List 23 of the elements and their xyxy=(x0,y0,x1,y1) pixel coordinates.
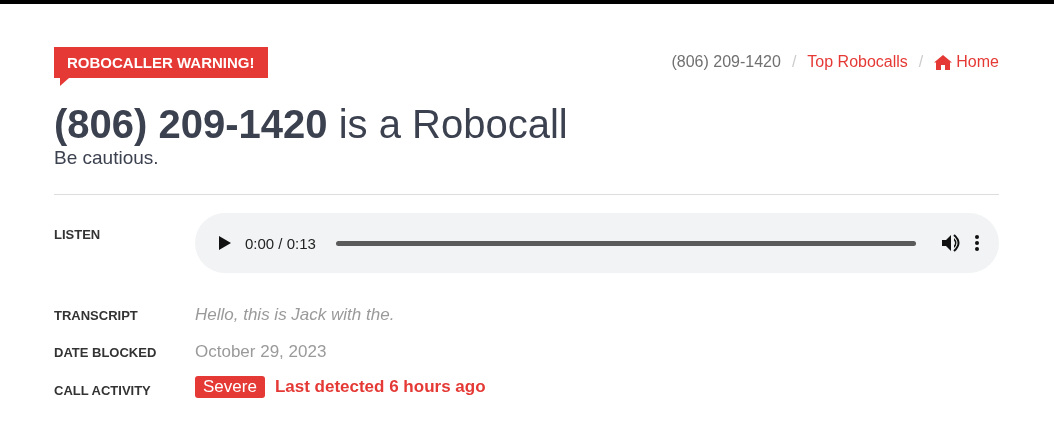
breadcrumb-separator: / xyxy=(918,53,924,71)
breadcrumb-separator: / xyxy=(791,53,797,71)
date-text: October 29, 2023 xyxy=(195,342,327,361)
severity-tag: Severe xyxy=(195,376,265,398)
field-label: CALL ACTIVITY xyxy=(54,382,152,398)
field-label: DATE BLOCKED xyxy=(54,344,158,360)
home-link[interactable]: Home xyxy=(934,53,999,71)
page-subtitle: Be cautious. xyxy=(54,147,160,169)
play-icon[interactable] xyxy=(219,236,231,250)
field-label: LISTEN xyxy=(54,226,102,242)
more-options-icon[interactable] xyxy=(975,235,979,251)
progress-track[interactable] xyxy=(335,240,916,246)
volume-icon[interactable] xyxy=(942,234,961,252)
badge-pointer xyxy=(60,78,69,86)
last-detected-text: Last detected 6 hours ago xyxy=(274,377,486,397)
field-label: TRANSCRIPT xyxy=(54,307,139,323)
home-icon xyxy=(934,54,953,70)
breadcrumb-link[interactable]: Top Robocalls xyxy=(807,53,908,71)
breadcrumb-current: (806) 209-1420 xyxy=(671,53,781,71)
warning-badge: ROBOCALLER WARNING! xyxy=(54,47,268,78)
page-heading: (806) 209-1420 is a Robocall xyxy=(54,101,569,147)
transcript-text: Hello, this is Jack with the. xyxy=(195,305,395,324)
playback-time: 0:00 / 0:13 xyxy=(245,234,316,252)
